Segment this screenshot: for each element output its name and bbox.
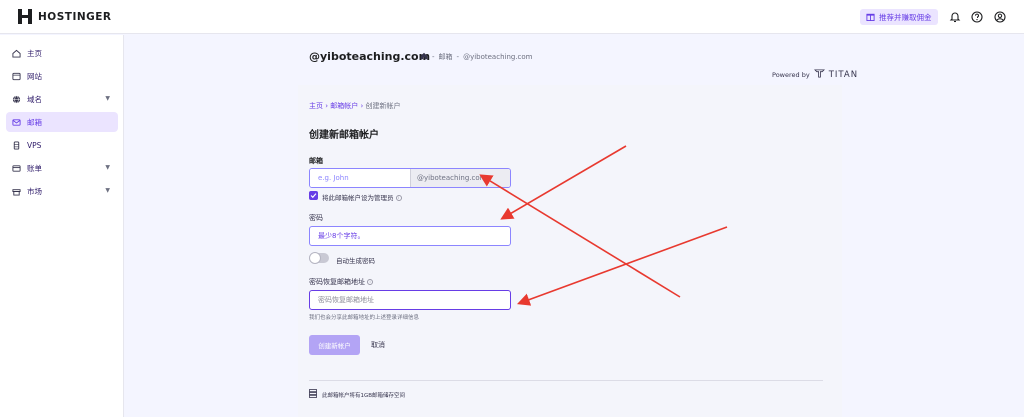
sidebar-item-label: 市场 [27,186,42,196]
recovery-email-label: 密码恢复邮箱地址 i [309,277,373,287]
hostinger-logo-icon [18,9,32,24]
create-account-button[interactable]: 创建新帐户 [309,335,360,355]
admin-checkbox-label: 将此邮箱帐户设为管理员 i [322,192,402,202]
admin-checkbox[interactable] [309,191,318,200]
info-icon[interactable]: i [395,195,402,201]
referral-button[interactable]: 推荐并赚取佣金 [860,9,938,25]
website-icon [12,72,21,81]
auto-generate-label: 自动生成密码 [336,257,375,265]
sidebar-item-label: 网站 [27,71,42,81]
sidebar-item-label: 主页 [27,48,42,58]
email-username-input[interactable] [310,169,410,187]
form-title: 创建新邮箱帐户 [309,130,379,141]
hostinger-logo[interactable]: HOSTINGER [18,9,112,24]
sidebar-item-billing[interactable]: 账单 ▼ [6,158,118,178]
cancel-button[interactable]: 取消 [366,335,390,355]
email-field-group: @yiboteaching.com [309,168,511,188]
auto-generate-toggle[interactable] [309,252,329,264]
email-domain-suffix: @yiboteaching.com [410,169,510,187]
powered-by-titan: Powered by TITAN [772,69,858,80]
storage-note: 此邮箱帐户将有1GB邮箱储存空间 [309,389,405,400]
server-icon [12,140,21,150]
titan-brand: TITAN [828,69,859,80]
titan-logo-icon [813,69,825,80]
account-icon[interactable] [993,10,1006,23]
sidebar: 主页 网站 域名 ▼ 邮箱 VPS 账单 ▼ 市场 ▼ [0,35,124,417]
home-icon[interactable] [420,52,428,62]
breadcrumb-current: 创建新帐户 [365,102,401,110]
store-icon [12,187,21,196]
referral-label: 推荐并赚取佣金 [879,12,932,22]
sidebar-item-marketplace[interactable]: 市场 ▼ [6,181,118,201]
breadcrumb-home[interactable]: 主页 [309,102,323,110]
sidebar-item-websites[interactable]: 网站 [6,66,118,86]
storage-icon [309,389,317,400]
password-input[interactable] [309,226,511,246]
page-title: @yiboteaching.com [309,50,431,63]
sidebar-item-label: 邮箱 [27,117,42,127]
info-icon[interactable]: i [367,279,373,285]
top-breadcrumb-domain: @yiboteaching.com [463,53,533,61]
top-bar: HOSTINGER 推荐并赚取佣金 [0,0,1024,34]
sidebar-item-domains[interactable]: 域名 ▼ [6,89,118,109]
recovery-email-hint: 我们也会分享此邮箱地址的上述登录详细信息 [309,315,420,321]
bell-icon[interactable] [948,10,961,23]
chevron-down-icon: ▼ [105,187,110,194]
toggle-knob [309,252,321,264]
home-icon [12,49,21,58]
email-label: 邮箱 [309,157,323,165]
top-breadcrumb: - 邮箱 - @yiboteaching.com [420,52,533,62]
breadcrumb: 主页 › 邮箱帐户 › 创建新帐户 [309,102,401,110]
password-label: 密码 [309,214,323,222]
help-icon[interactable] [970,10,983,23]
create-email-card [298,85,842,417]
sidebar-item-label: 域名 [27,94,42,104]
sidebar-item-label: 账单 [27,163,42,173]
brand-name: HOSTINGER [38,10,112,23]
card-icon [12,164,21,173]
globe-icon [12,95,21,104]
check-icon [310,193,317,199]
sidebar-item-home[interactable]: 主页 [6,43,118,63]
chevron-down-icon: ▼ [105,95,110,102]
gift-icon [866,12,875,23]
breadcrumb-accounts[interactable]: 邮箱帐户 [330,102,358,110]
top-breadcrumb-section[interactable]: 邮箱 [439,52,453,62]
divider [309,380,823,381]
chevron-down-icon: ▼ [105,164,110,171]
recovery-email-input[interactable] [309,290,511,310]
mail-icon [12,118,21,127]
sidebar-item-label: VPS [27,140,42,150]
powered-by-label: Powered by [772,70,810,79]
sidebar-item-vps[interactable]: VPS [6,135,118,155]
sidebar-item-email[interactable]: 邮箱 [6,112,118,132]
